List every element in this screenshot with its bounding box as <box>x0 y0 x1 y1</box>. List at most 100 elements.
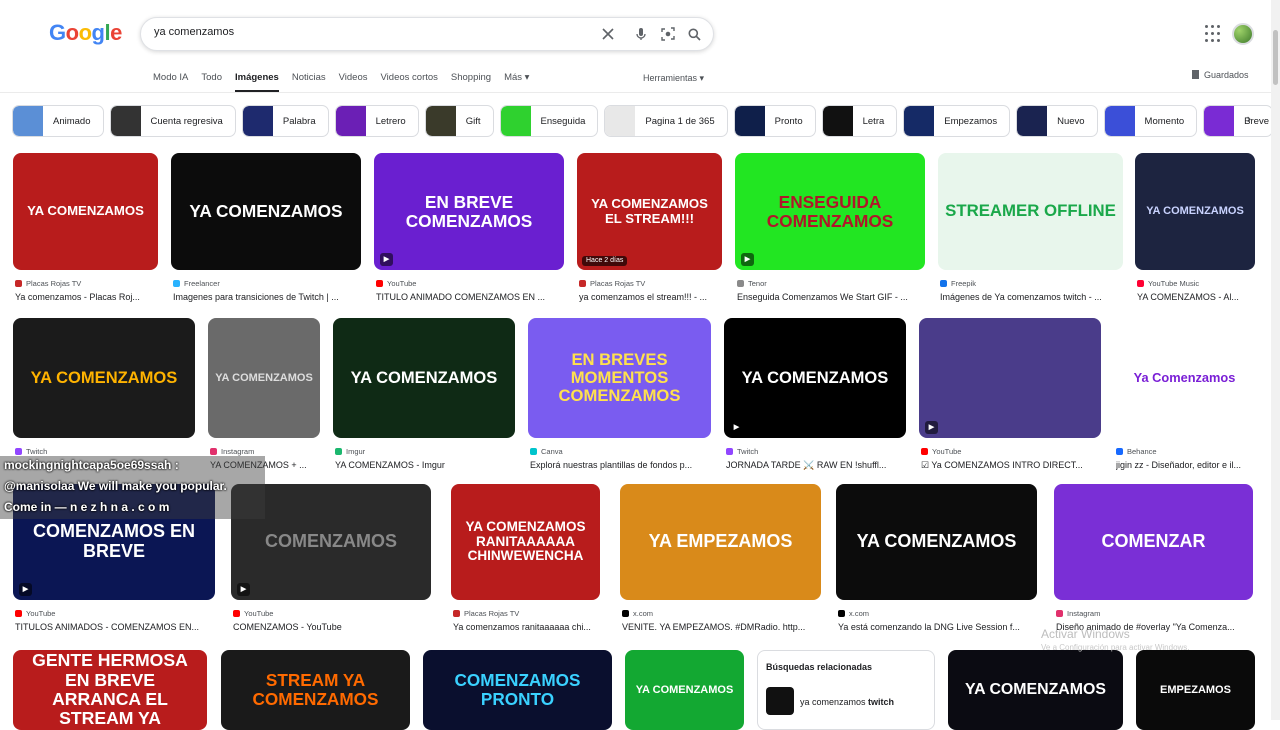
tab-4[interactable]: Videos <box>339 72 368 92</box>
image-result[interactable]: YA COMENZAMOS YouTube Music YA COMENZAMOS … <box>1135 153 1255 302</box>
filter-chip[interactable]: Palabra <box>241 105 329 137</box>
image-result[interactable]: ENSEGUIDA COMENZAMOS ▶ Tenor Enseguida Come… <box>735 153 925 302</box>
filter-chip[interactable]: Enseguida <box>499 105 599 137</box>
result-thumbnail[interactable]: YA COMENZAMOS <box>13 153 158 270</box>
result-thumbnail[interactable]: Ya Comenzamos <box>1114 318 1255 438</box>
filter-chip[interactable]: Pronto <box>733 105 816 137</box>
image-result[interactable]: YA EMPEZAMOS x.com VENITE. YA EMPEZAMOS. #… <box>620 484 821 632</box>
saved-button[interactable]: Guardados <box>1192 70 1249 80</box>
result-title[interactable]: TITULO ANIMADO COMENZAMOS EN ... <box>376 292 566 302</box>
image-result[interactable]: YA COMENZAMOS Imgur YA COMENZAMOS - Imgur <box>333 318 515 470</box>
result-thumbnail[interactable]: GENTE HERMOSA EN BREVE ARRANCA EL STREAM… <box>13 650 207 730</box>
image-result[interactable]: GENTE HERMOSA EN BREVE ARRANCA EL STREAM… <box>13 650 207 730</box>
result-source[interactable]: Canva <box>530 447 563 456</box>
search-input[interactable] <box>154 26 574 38</box>
result-source[interactable]: Placas Rojas TV <box>453 609 519 618</box>
result-source[interactable]: Imgur <box>335 447 365 456</box>
result-source[interactable]: Freepik <box>940 279 976 288</box>
tab-2[interactable]: Imágenes <box>235 72 279 92</box>
camera-lens-icon[interactable] <box>659 25 677 43</box>
result-thumbnail[interactable]: COMENZAR <box>1054 484 1253 600</box>
result-title[interactable]: TITULOS ANIMADOS - COMENZAMOS EN... <box>15 622 217 632</box>
result-source[interactable]: YouTube <box>376 279 416 288</box>
result-title[interactable]: Ya está comenzando la DNG Live Session f… <box>838 622 1039 632</box>
image-result[interactable]: YA COMENZAMOS Freelancer Imagenes para tra… <box>171 153 361 302</box>
tools-button[interactable]: Herramientas ▾ <box>643 73 704 84</box>
result-title[interactable]: JORNADA TARDE ⚔️ RAW EN !shuffl... <box>726 460 908 471</box>
search-icon[interactable] <box>685 25 703 43</box>
filter-chip[interactable]: Pagina 1 de 365 <box>604 105 728 137</box>
result-thumbnail[interactable]: STREAM YA COMENZAMOS <box>221 650 410 730</box>
result-thumbnail[interactable]: YA COMENZAMOS <box>625 650 744 730</box>
result-title[interactable]: Ya comenzamos - Placas Roj... <box>15 292 160 302</box>
result-title[interactable]: Ya comenzamos ranitaaaaaa chi... <box>453 622 602 632</box>
tab-0[interactable]: Modo IA <box>153 72 188 92</box>
result-source[interactable]: Placas Rojas TV <box>579 279 645 288</box>
result-source[interactable]: x.com <box>622 609 653 618</box>
result-source[interactable]: YouTube Music <box>1137 279 1199 288</box>
tab-7[interactable]: Más ▾ <box>504 72 529 92</box>
result-source[interactable]: Placas Rojas TV <box>15 279 81 288</box>
result-thumbnail[interactable]: EMPEZAMOS <box>1136 650 1255 730</box>
result-title[interactable]: Enseguida Comenzamos We Start GIF - ... <box>737 292 927 302</box>
result-thumbnail[interactable]: YA COMENZAMOS <box>13 318 195 438</box>
image-result[interactable]: YA COMENZAMOS Instagram YA COMENZAMOS + ..… <box>208 318 320 470</box>
result-thumbnail[interactable]: EN BREVES MOMENTOS COMENZAMOS <box>528 318 711 438</box>
result-source[interactable]: YouTube <box>233 609 273 618</box>
result-source[interactable]: Behance <box>1116 447 1157 456</box>
result-thumbnail[interactable]: YA COMENZAMOS EL STREAM!!! Hace 2 días <box>577 153 722 270</box>
result-thumbnail[interactable]: YA COMENZAMOS <box>208 318 320 438</box>
filter-chip[interactable]: Letra <box>821 105 898 137</box>
result-title[interactable]: jigin zz - Diseñador, editor e il... <box>1116 460 1257 470</box>
image-result[interactable]: COMENZAR Instagram Diseño animado de #over… <box>1054 484 1253 632</box>
filter-chip[interactable]: Letrero <box>334 105 419 137</box>
image-result[interactable]: YA COMENZAMOS Twitch... <box>13 318 195 470</box>
result-thumbnail[interactable]: YA EMPEZAMOS <box>620 484 821 600</box>
result-thumbnail[interactable]: COMENZAMOS PRONTO <box>423 650 612 730</box>
result-title[interactable]: Explorá nuestras plantillas de fondos p.… <box>530 460 713 470</box>
apps-grid-icon[interactable] <box>1205 25 1223 43</box>
filter-chip[interactable]: Momento <box>1103 105 1198 137</box>
result-thumbnail[interactable]: YA COMENZAMOS <box>333 318 515 438</box>
image-result[interactable]: COMENZAMOS PRONTO <box>423 650 612 730</box>
result-thumbnail[interactable]: ▶ <box>919 318 1101 438</box>
image-result[interactable]: Ya Comenzamos Behance jigin zz - Diseñador… <box>1114 318 1255 470</box>
result-source[interactable]: Freelancer <box>173 279 220 288</box>
image-result[interactable]: YA COMENZAMOS Placas Rojas TV Ya comenzamo… <box>13 153 158 302</box>
filter-chip[interactable]: Gift <box>424 105 494 137</box>
image-result[interactable]: YA COMENZAMOS EL STREAM!!! Hace 2 días Pla… <box>577 153 722 302</box>
clear-icon[interactable] <box>599 25 617 43</box>
image-result[interactable]: EN BREVE COMENZAMOS ▶ YouTube TITULO ANIMAD… <box>374 153 564 302</box>
result-thumbnail[interactable]: YA COMENZAMOS <box>948 650 1123 730</box>
result-source[interactable]: YouTube <box>15 609 55 618</box>
chevron-right-icon[interactable]: › <box>1239 111 1259 131</box>
result-title[interactable]: ☑ Ya COMENZAMOS INTRO DIRECT... <box>921 460 1103 471</box>
result-title[interactable]: ya comenzamos el stream!!! - ... <box>579 292 724 302</box>
filter-chip[interactable]: Empezamos <box>903 105 1011 137</box>
result-thumbnail[interactable]: EN BREVE COMENZAMOS ▶ <box>374 153 564 270</box>
related-item[interactable]: ya comenzamos twitch <box>800 697 894 707</box>
image-result[interactable]: YA COMENZAMOS RANITAAAAAA CHINWEWENCHA Pl… <box>451 484 600 632</box>
result-source[interactable]: Twitch <box>726 447 758 456</box>
image-result[interactable]: EMPEZAMOS <box>1136 650 1255 730</box>
result-title[interactable]: Imagenes para transiciones de Twitch | .… <box>173 292 363 302</box>
image-result[interactable]: STREAMER OFFLINE Freepik Imágenes de Ya co… <box>938 153 1123 302</box>
result-title[interactable]: YA COMENZAMOS - Al... <box>1137 292 1257 302</box>
image-result[interactable]: EN BREVES MOMENTOS COMENZAMOS Canva Explor… <box>528 318 711 470</box>
scrollbar[interactable] <box>1271 0 1280 720</box>
tab-1[interactable]: Todo <box>201 72 222 92</box>
image-result[interactable]: YA COMENZAMOS <box>948 650 1123 730</box>
result-title[interactable]: COMENZAMOS - YouTube <box>233 622 433 632</box>
result-thumbnail[interactable]: YA COMENZAMOS <box>171 153 361 270</box>
result-source[interactable]: Instagram <box>1056 609 1100 618</box>
result-thumbnail[interactable]: ENSEGUIDA COMENZAMOS ▶ <box>735 153 925 270</box>
microphone-icon[interactable] <box>632 25 650 43</box>
result-thumbnail[interactable]: YA COMENZAMOS ▶ <box>724 318 906 438</box>
result-thumbnail[interactable]: YA COMENZAMOS <box>1135 153 1255 270</box>
image-result[interactable]: YA COMENZAMOS x.com Ya está comenzando la … <box>836 484 1037 632</box>
image-result[interactable]: YA COMENZAMOS <box>625 650 744 730</box>
search-box[interactable] <box>140 17 714 51</box>
result-source[interactable]: YouTube <box>921 447 961 456</box>
result-thumbnail[interactable]: YA COMENZAMOS RANITAAAAAA CHINWEWENCHA <box>451 484 600 600</box>
tab-6[interactable]: Shopping <box>451 72 491 92</box>
